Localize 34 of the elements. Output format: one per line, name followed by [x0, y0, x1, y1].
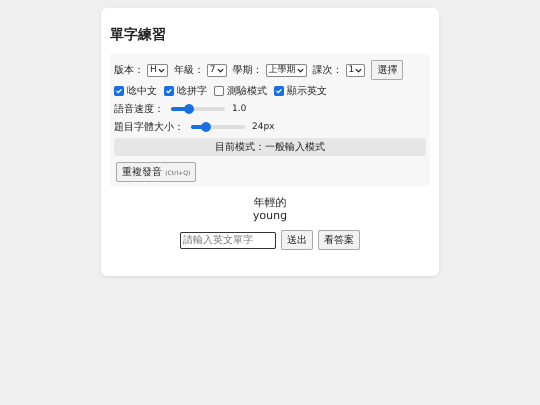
checkbox-label: 顯示英文 [287, 84, 327, 98]
checkbox-label: 測驗模式 [227, 84, 267, 98]
page-title: 單字練習 [110, 26, 167, 44]
checkbox-label: 唸中文 [127, 84, 157, 98]
slider-label: 題目字體大小： [114, 120, 184, 134]
caret-icon [158, 68, 165, 72]
mode-banner: 目前模式：一般輸入模式 [114, 138, 426, 156]
slider-value: 24px [252, 122, 274, 132]
slider-label: 語音速度： [114, 102, 164, 116]
slider-thumb[interactable] [184, 104, 194, 114]
dropdown[interactable]: H [147, 64, 168, 76]
slider-value: 1.0 [232, 104, 246, 114]
dropdown[interactable]: 上學期 [266, 64, 307, 76]
caret-icon [355, 68, 362, 72]
dropdown[interactable]: 7 [206, 64, 227, 76]
slider-thumb[interactable] [201, 122, 212, 132]
selector-label: 學期： [232, 64, 263, 77]
select-button[interactable]: 選擇 [371, 60, 404, 80]
selector-label: 版本： [114, 64, 144, 77]
question-english: young [252, 209, 288, 222]
checkbox[interactable] [164, 86, 174, 96]
checkbox[interactable] [214, 86, 224, 96]
action-button[interactable]: 送出 [281, 230, 313, 250]
checkbox-label: 唸拼字 [177, 84, 207, 98]
selector-label: 年級： [174, 64, 204, 77]
checkbox[interactable] [274, 86, 284, 96]
checkbox[interactable] [114, 86, 124, 96]
caret-icon [216, 68, 224, 72]
caret-icon [296, 68, 304, 72]
question-chinese: 年輕的 [252, 196, 288, 209]
answer-field[interactable]: 請輸入英文單字 [180, 232, 276, 248]
action-button[interactable]: 看答案 [318, 230, 360, 250]
dropdown[interactable]: 1 [346, 64, 366, 76]
selector-label: 課次： [312, 64, 343, 77]
